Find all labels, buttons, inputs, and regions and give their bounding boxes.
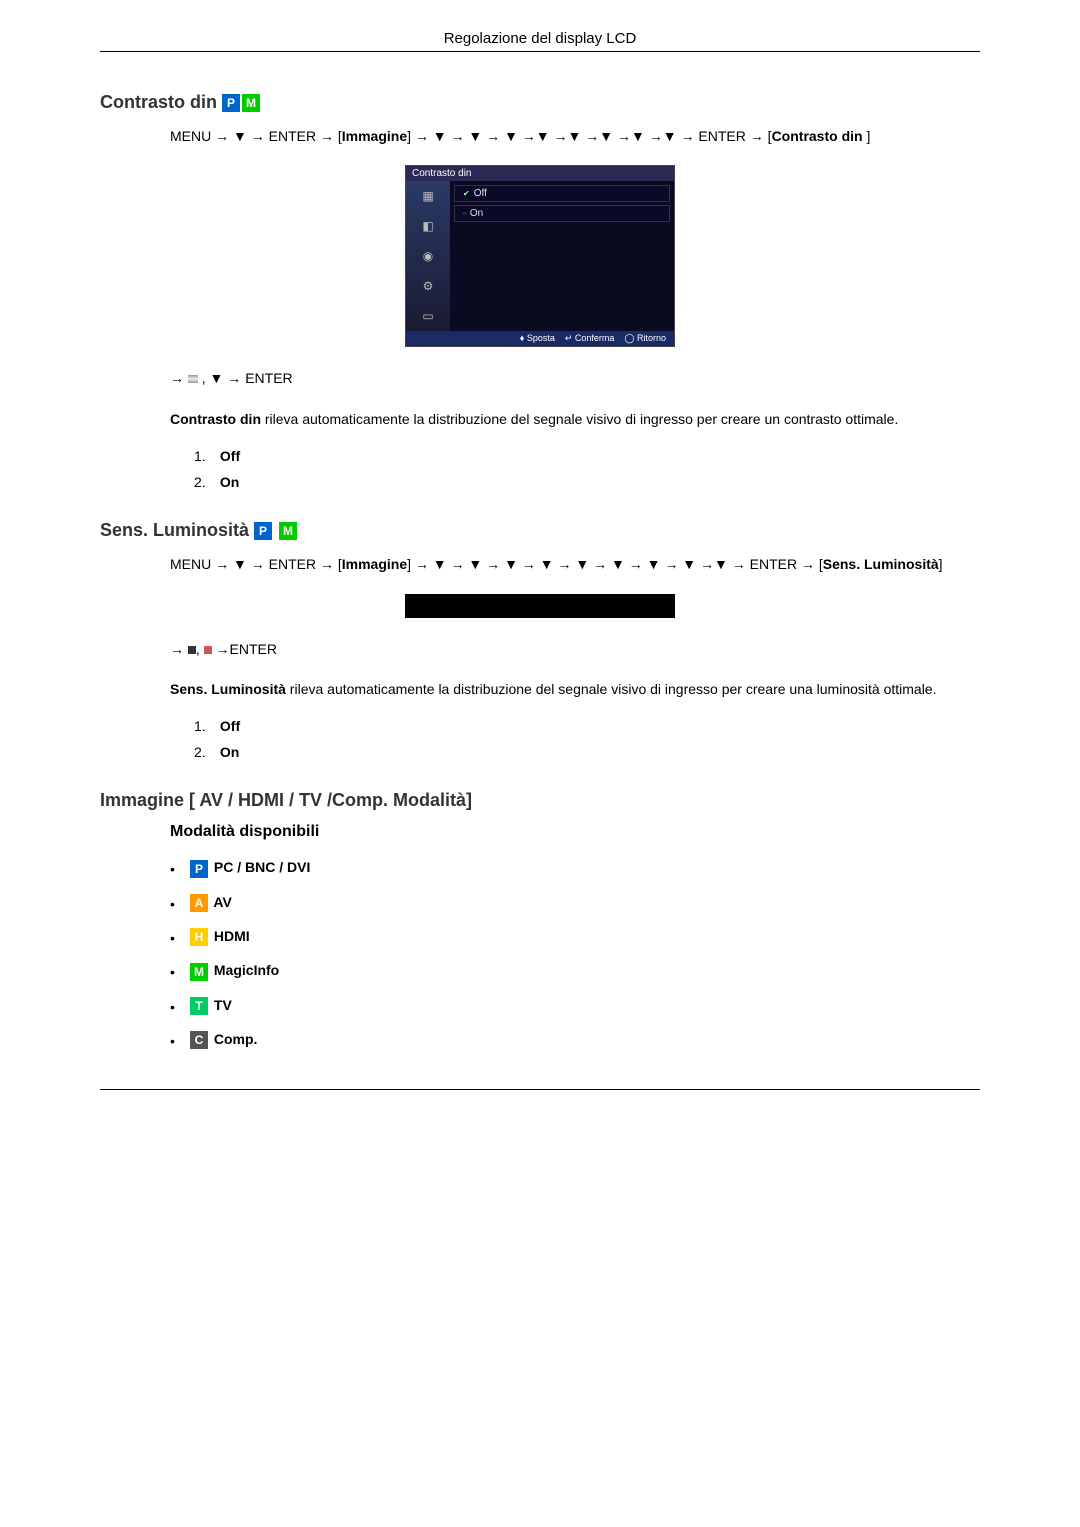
path-text: ] → ▼ → ▼ → ▼ → ▼ → ▼ → ▼ → ▼ → ▼ →▼ → E… xyxy=(407,556,823,572)
mode-label: Comp. xyxy=(210,1031,257,1047)
mode-label: MagicInfo xyxy=(210,962,279,978)
path-text: ] xyxy=(866,128,870,144)
osd-sidebar: ▦ ◧ ◉ ⚙ ▭ xyxy=(406,181,450,331)
section-title-text: Immagine [ AV / HDMI / TV /Comp. Modalit… xyxy=(100,790,472,810)
section-contrasto-title: Contrasto din PM xyxy=(100,92,980,113)
badge-t-icon: T xyxy=(190,997,208,1015)
list-num: 2. xyxy=(194,744,216,760)
section-sensluminos-title: Sens. Luminosità P M xyxy=(100,520,980,541)
osd-option-off: ✔ Off xyxy=(454,185,670,202)
options-list-sensluminos: 1. Off 2. On xyxy=(170,718,980,760)
nav-suffix: , ▼ → ENTER xyxy=(198,370,293,386)
osd-icon: ◧ xyxy=(406,211,450,241)
nav-prefix: → xyxy=(170,370,188,386)
mode-item-comp: C Comp. xyxy=(170,1031,980,1049)
list-item: 1. Off xyxy=(170,448,980,464)
nav-line-sensluminos: → , →ENTER xyxy=(170,638,980,660)
osd-footer: ♦ Sposta ↵ Conferma ◯ Ritorno xyxy=(406,331,674,346)
osd-foot-return: ◯ Ritorno xyxy=(624,333,666,344)
osd-title: Contrasto din xyxy=(406,166,674,181)
nav-icon xyxy=(188,375,198,383)
osd-screenshot-sensluminos xyxy=(100,594,980,618)
osd2-row xyxy=(409,598,671,610)
path-text: ] xyxy=(939,556,943,572)
section-immagine-title: Immagine [ AV / HDMI / TV /Comp. Modalit… xyxy=(100,790,980,811)
sub-heading-modalita: Modalità disponibili xyxy=(170,823,980,841)
osd-main: ✔ Off ▫ On xyxy=(450,181,674,331)
page-title: Regolazione del display LCD xyxy=(444,30,637,47)
section-title-text: Contrasto din xyxy=(100,92,217,112)
path-immagine: Immagine xyxy=(342,556,407,572)
osd-icon: ▦ xyxy=(406,181,450,211)
badge-p-icon: P xyxy=(222,94,240,112)
osd-opt-label: Off xyxy=(474,188,487,199)
menu-path-sensluminos: MENU → ▼ → ENTER → [Immagine] → ▼ → ▼ → … xyxy=(170,553,980,575)
mode-item-hdmi: H HDMI xyxy=(170,928,980,946)
mode-item-av: A AV xyxy=(170,894,980,912)
badge-m-icon: M xyxy=(279,522,297,540)
osd-foot-move: ♦ Sposta xyxy=(520,333,555,344)
badge-a-icon: A xyxy=(190,894,208,912)
nav-mid: , xyxy=(196,641,204,657)
path-bold: Sens. Luminosità xyxy=(823,556,939,572)
mode-item-tv: T TV xyxy=(170,997,980,1015)
nav-suffix: →ENTER xyxy=(212,641,277,657)
options-list-contrasto: 1. Off 2. On xyxy=(170,448,980,490)
desc-prefix: Contrasto din xyxy=(170,411,261,427)
nav-line-contrasto: → , ▼ → ENTER xyxy=(170,367,980,389)
mode-item-magicinfo: M MagicInfo xyxy=(170,962,980,980)
square-icon xyxy=(204,646,212,654)
badge-p-icon: P xyxy=(254,522,272,540)
desc-prefix: Sens. Luminosità xyxy=(170,681,286,697)
mode-label: HDMI xyxy=(210,928,250,944)
path-immagine: Immagine xyxy=(342,128,407,144)
list-item: 2. On xyxy=(170,474,980,490)
list-num: 1. xyxy=(194,718,216,734)
modes-list: P PC / BNC / DVI A AV H HDMI M MagicInfo… xyxy=(170,859,980,1049)
desc-sensluminos: Sens. Luminosità rileva automaticamente … xyxy=(170,678,980,700)
osd-opt-label: On xyxy=(470,208,483,219)
section-title-text: Sens. Luminosità xyxy=(100,520,254,540)
desc-body: rileva automaticamente la distribuzione … xyxy=(286,681,937,697)
square-icon xyxy=(188,646,196,654)
badge-p-icon: P xyxy=(190,860,208,878)
box-icon: ▫ xyxy=(463,209,466,218)
list-label: Off xyxy=(220,718,240,734)
list-num: 1. xyxy=(194,448,216,464)
path-text: MENU → ▼ → ENTER → [ xyxy=(170,128,342,144)
badge-m-icon: M xyxy=(190,963,208,981)
nav-prefix: → xyxy=(170,641,188,657)
path-text: ] → ▼ → ▼ → ▼ →▼ →▼ →▼ →▼ →▼ → ENTER → [ xyxy=(407,128,771,144)
osd-foot-confirm: ↵ Conferma xyxy=(565,333,615,344)
osd-option-on: ▫ On xyxy=(454,205,670,222)
mode-label: TV xyxy=(210,997,232,1013)
badge-c-icon: C xyxy=(190,1031,208,1049)
list-item: 2. On xyxy=(170,744,980,760)
desc-body: rileva automaticamente la distribuzione … xyxy=(261,411,898,427)
list-label: On xyxy=(220,744,239,760)
osd-screenshot-contrasto: Contrasto din ▦ ◧ ◉ ⚙ ▭ ✔ Off ▫ On ♦ Spost… xyxy=(100,165,980,347)
list-label: On xyxy=(220,474,239,490)
osd2-footer xyxy=(409,610,671,614)
check-icon: ✔ xyxy=(463,189,470,198)
page-header: Regolazione del display LCD xyxy=(100,30,980,52)
osd-icon: ⚙ xyxy=(406,271,450,301)
mode-label: PC / BNC / DVI xyxy=(210,859,310,875)
badge-m-icon: M xyxy=(242,94,260,112)
osd-icon: ◉ xyxy=(406,241,450,271)
badge-h-icon: H xyxy=(190,928,208,946)
path-text: MENU → ▼ → ENTER → [ xyxy=(170,556,342,572)
path-bold: Contrasto din xyxy=(772,128,867,144)
footer-rule xyxy=(100,1089,980,1090)
osd-icon: ▭ xyxy=(406,301,450,331)
mode-label: AV xyxy=(210,894,232,910)
mode-item-pc: P PC / BNC / DVI xyxy=(170,859,980,877)
list-item: 1. Off xyxy=(170,718,980,734)
list-num: 2. xyxy=(194,474,216,490)
menu-path-contrasto: MENU → ▼ → ENTER → [Immagine] → ▼ → ▼ → … xyxy=(170,125,980,147)
desc-contrasto: Contrasto din rileva automaticamente la … xyxy=(170,408,980,430)
list-label: Off xyxy=(220,448,240,464)
